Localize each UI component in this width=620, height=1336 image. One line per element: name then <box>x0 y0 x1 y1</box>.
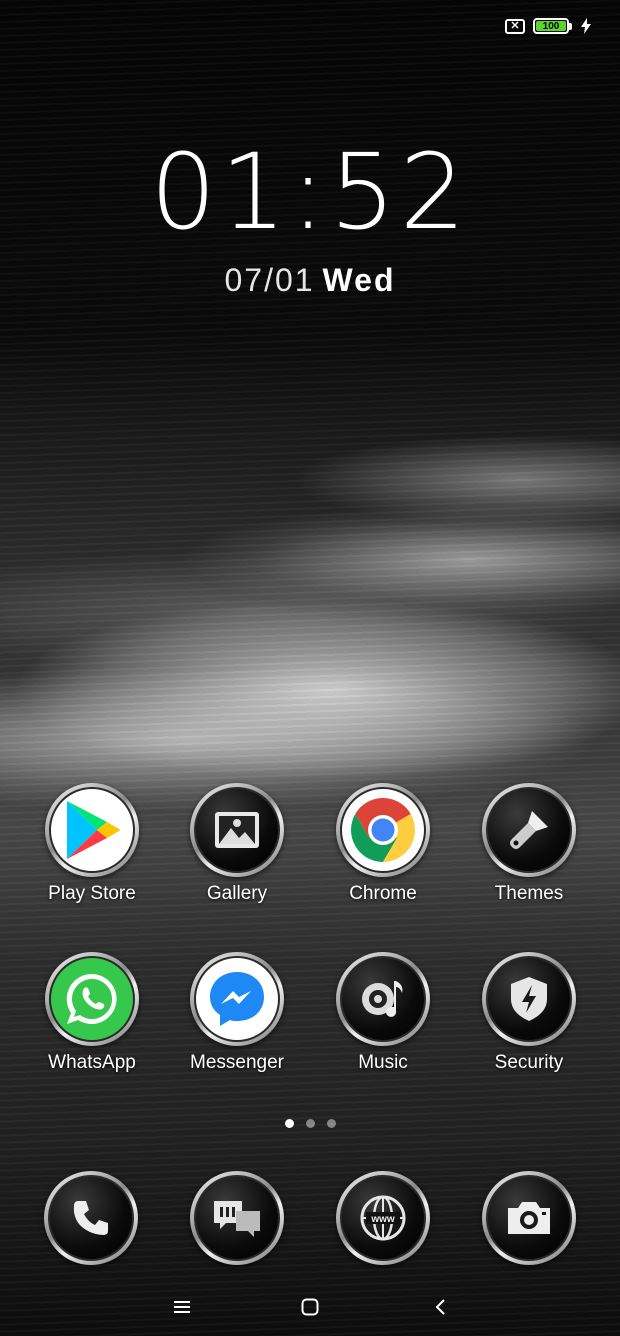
app-label: Themes <box>494 883 564 904</box>
app-label: WhatsApp <box>48 1052 136 1073</box>
app-gallery[interactable]: Gallery <box>164 783 310 905</box>
day-text: Wed <box>322 262 396 298</box>
app-whatsapp[interactable]: WhatsApp <box>19 952 165 1074</box>
app-label: Play Store <box>48 883 136 904</box>
page-indicator[interactable] <box>0 1119 620 1128</box>
app-themes[interactable]: Themes <box>456 783 602 905</box>
app-messenger[interactable]: Messenger <box>164 952 310 1074</box>
navigation-bar <box>0 1290 620 1324</box>
back-icon <box>435 1299 445 1315</box>
app-security[interactable]: Security <box>456 952 602 1074</box>
app-label: Chrome <box>349 883 417 904</box>
home-button[interactable] <box>296 1294 324 1320</box>
app-label: Gallery <box>206 883 268 904</box>
dock-messages[interactable] <box>164 1171 310 1265</box>
back-button[interactable] <box>426 1294 454 1320</box>
battery-level: 100 <box>536 21 566 32</box>
app-label: Messenger <box>190 1052 284 1073</box>
music-icon <box>362 981 403 1017</box>
whatsapp-icon <box>66 973 117 1024</box>
bolt-icon <box>581 18 591 34</box>
play-store-icon <box>67 801 120 859</box>
www-label: www <box>370 1214 395 1225</box>
browser-globe-icon: www <box>360 1195 406 1241</box>
menu-button[interactable] <box>168 1294 196 1320</box>
clock-date[interactable]: 07/01 Wed <box>0 262 620 299</box>
messenger-icon <box>210 972 264 1026</box>
gallery-icon <box>215 812 259 848</box>
no-sim-icon: ✕ <box>505 18 525 34</box>
app-label: Music <box>358 1052 408 1073</box>
dock-browser[interactable]: www <box>310 1171 456 1265</box>
home-icon <box>301 1298 319 1316</box>
page-dot[interactable] <box>305 1119 315 1128</box>
menu-icon <box>174 1301 190 1313</box>
chrome-icon <box>351 798 415 862</box>
messages-icon <box>214 1201 260 1237</box>
camera-icon <box>508 1202 550 1234</box>
dock-phone[interactable] <box>18 1171 164 1265</box>
status-bar: ✕ 100 <box>505 18 592 34</box>
paintbrush-icon <box>510 811 548 849</box>
page-dot-active[interactable] <box>284 1119 294 1128</box>
app-label: Security <box>494 1052 564 1073</box>
phone-icon <box>73 1201 108 1235</box>
date-text: 07/01 <box>224 262 315 298</box>
dock-camera[interactable] <box>456 1171 602 1265</box>
shield-icon <box>511 977 547 1021</box>
page-dot[interactable] <box>326 1119 336 1128</box>
battery-icon: 100 <box>533 18 572 34</box>
app-play-store[interactable]: Play Store <box>19 783 165 905</box>
app-chrome[interactable]: Chrome <box>310 783 456 905</box>
clock-time[interactable]: 01:52 <box>0 140 620 244</box>
app-music[interactable]: Music <box>310 952 456 1074</box>
